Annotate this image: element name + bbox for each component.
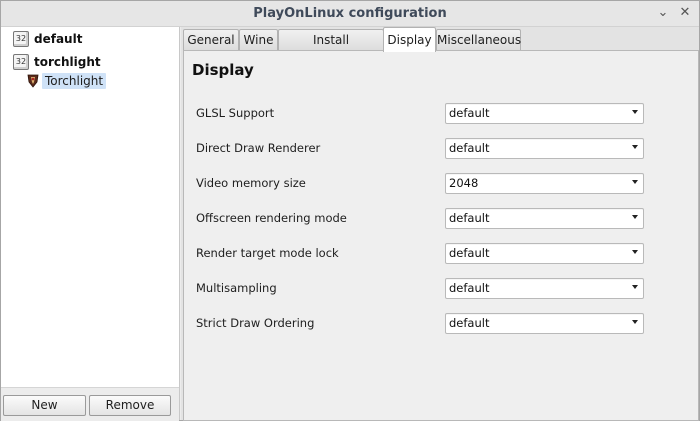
- tab-install-components[interactable]: Install components: [278, 29, 384, 68]
- 32-bit-icon: 32: [13, 31, 29, 47]
- video-memory-size-select[interactable]: 2048: [445, 173, 644, 194]
- setting-label: GLSL Support: [196, 106, 275, 120]
- select-value: default: [449, 246, 490, 260]
- tree-item-default[interactable]: 32 default: [13, 29, 82, 49]
- select-value: default: [449, 281, 490, 295]
- setting-label: Direct Draw Renderer: [196, 141, 321, 155]
- dropdown-arrow-icon: [632, 110, 638, 114]
- close-icon[interactable]: ✕: [677, 5, 693, 21]
- setting-label: Render target mode lock: [196, 246, 339, 260]
- display-panel: Display GLSL Support default Direct Draw…: [183, 50, 699, 421]
- setting-label: Video memory size: [196, 176, 306, 190]
- tab-miscellaneous[interactable]: Miscellaneous: [436, 29, 521, 51]
- tree-item-label: default: [34, 32, 83, 46]
- panel-heading: Display: [192, 61, 254, 79]
- select-value: default: [449, 316, 490, 330]
- window-title: PlayOnLinux configuration: [253, 6, 447, 21]
- tab-display[interactable]: Display: [383, 27, 436, 52]
- new-button[interactable]: New: [3, 395, 86, 416]
- offscreen-rendering-mode-select[interactable]: default: [445, 208, 644, 229]
- tree-item-label: Torchlight: [42, 73, 107, 89]
- dropdown-arrow-icon: [632, 215, 638, 219]
- tree-item-torchlight-app[interactable]: Torchlight: [27, 71, 107, 91]
- dropdown-arrow-icon: [632, 285, 638, 289]
- tree-item-label: torchlight: [34, 55, 101, 69]
- tab-general[interactable]: General: [183, 29, 239, 51]
- select-value: default: [449, 106, 490, 120]
- config-content: General Wine Install components Display …: [181, 27, 699, 421]
- setting-label: Offscreen rendering mode: [196, 211, 347, 225]
- torchlight-app-icon: [27, 74, 39, 88]
- title-bar[interactable]: PlayOnLinux configuration ⌄ ✕: [1, 1, 699, 27]
- prefix-tree-sidebar: 32 default 32 torchlight Torchlight New …: [1, 27, 180, 421]
- direct-draw-renderer-select[interactable]: default: [445, 138, 644, 159]
- dropdown-arrow-icon: [632, 250, 638, 254]
- select-value: default: [449, 141, 490, 155]
- tree-item-torchlight-prefix[interactable]: 32 torchlight: [13, 52, 101, 72]
- dropdown-arrow-icon: [632, 180, 638, 184]
- glsl-support-select[interactable]: default: [445, 103, 644, 124]
- setting-label: Multisampling: [196, 281, 277, 295]
- config-window: PlayOnLinux configuration ⌄ ✕ 32 default…: [0, 0, 700, 421]
- select-value: 2048: [449, 176, 479, 190]
- dropdown-arrow-icon: [632, 145, 638, 149]
- select-value: default: [449, 211, 490, 225]
- remove-button[interactable]: Remove: [89, 395, 171, 416]
- render-target-mode-lock-select[interactable]: default: [445, 243, 644, 264]
- setting-label: Strict Draw Ordering: [196, 316, 315, 330]
- 32-bit-icon: 32: [13, 54, 29, 70]
- tab-wine[interactable]: Wine: [239, 29, 278, 51]
- dropdown-arrow-icon: [632, 320, 638, 324]
- minimize-icon[interactable]: ⌄: [655, 5, 671, 21]
- strict-draw-ordering-select[interactable]: default: [445, 313, 644, 334]
- multisampling-select[interactable]: default: [445, 278, 644, 299]
- sidebar-button-bar: New Remove: [1, 387, 179, 421]
